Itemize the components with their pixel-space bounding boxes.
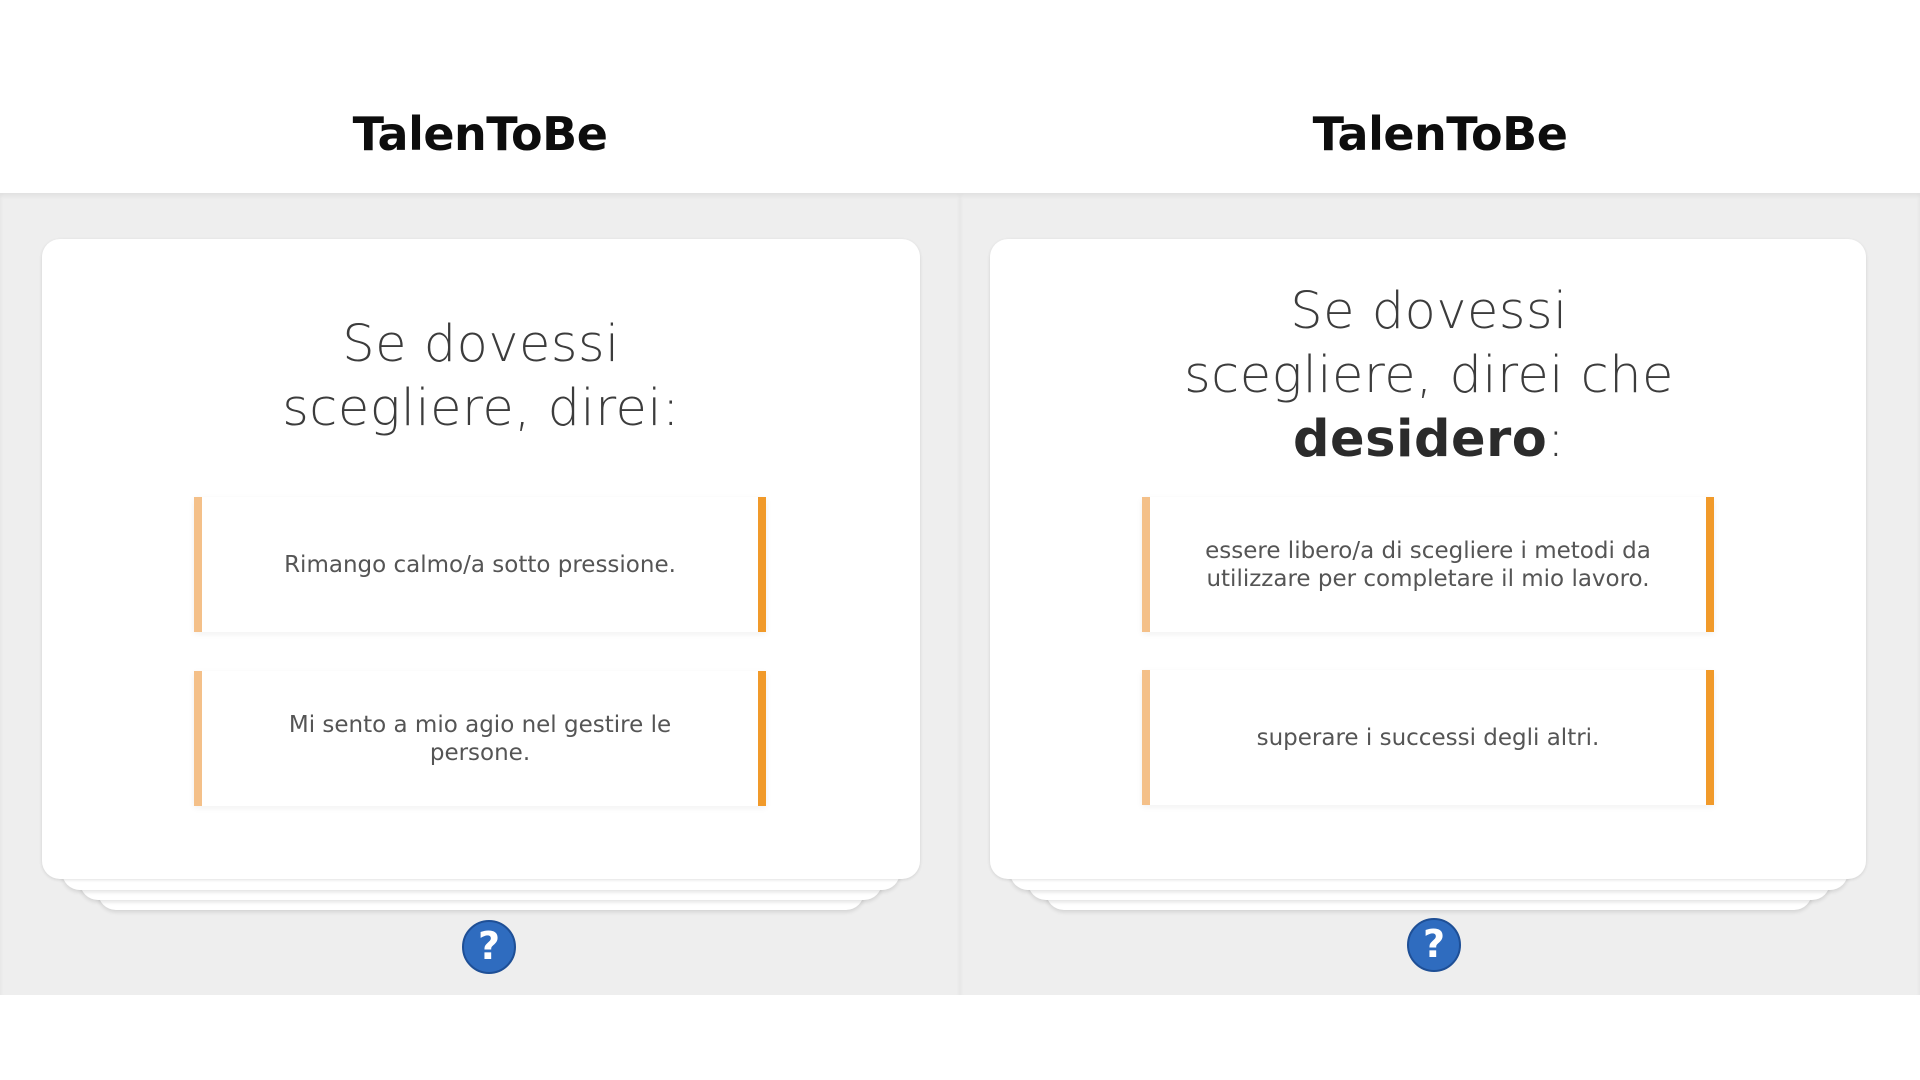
answer-label: superare i successi degli altri.	[1256, 724, 1600, 751]
card-area: Se dovessi scegliere, direi: Rimango cal…	[0, 193, 960, 995]
question-line: desidero:	[1030, 408, 1828, 472]
app-header: TalenToBe	[960, 0, 1920, 193]
question-line: scegliere, direi che	[1184, 346, 1674, 405]
answer-label: essere libero/a di scegliere i metodi da…	[1205, 537, 1651, 592]
left-panel: TalenToBe Se dovessi scegliere, direi: R…	[0, 0, 960, 995]
question-emphasis: desidero	[1293, 410, 1548, 469]
answer-label: Rimango calmo/a sotto pressione.	[284, 551, 676, 578]
answer-option-1[interactable]: Rimango calmo/a sotto pressione.	[194, 497, 766, 632]
question-line: scegliere, direi:	[282, 379, 680, 438]
question-suffix: :	[1547, 410, 1565, 469]
question-text: Se dovessi scegliere, direi:	[82, 313, 880, 441]
right-panel: TalenToBe Se dovessi scegliere, direi ch…	[960, 0, 1920, 995]
question-card: Se dovessi scegliere, direi: Rimango cal…	[42, 239, 920, 879]
answer-label: Mi sento a mio agio nel gestire le perso…	[288, 711, 672, 766]
help-button[interactable]: ?	[1407, 918, 1461, 972]
answer-option-1[interactable]: essere libero/a di scegliere i metodi da…	[1142, 497, 1714, 632]
app-header: TalenToBe	[0, 0, 960, 193]
question-mark-icon: ?	[477, 924, 501, 968]
question-card: Se dovessi scegliere, direi che desidero…	[990, 239, 1866, 879]
question-line: Se dovessi	[1290, 282, 1568, 341]
question-text: Se dovessi scegliere, direi che desidero…	[1030, 280, 1828, 472]
card-area: Se dovessi scegliere, direi che desidero…	[960, 193, 1920, 995]
question-line: Se dovessi	[342, 315, 620, 374]
app-title: TalenToBe	[1312, 107, 1568, 161]
app-title: TalenToBe	[352, 107, 608, 161]
answer-option-2[interactable]: superare i successi degli altri.	[1142, 670, 1714, 805]
question-mark-icon: ?	[1422, 922, 1446, 966]
help-button[interactable]: ?	[462, 920, 516, 974]
answer-option-2[interactable]: Mi sento a mio agio nel gestire le perso…	[194, 671, 766, 806]
screen: TalenToBe Se dovessi scegliere, direi: R…	[0, 0, 1920, 1080]
